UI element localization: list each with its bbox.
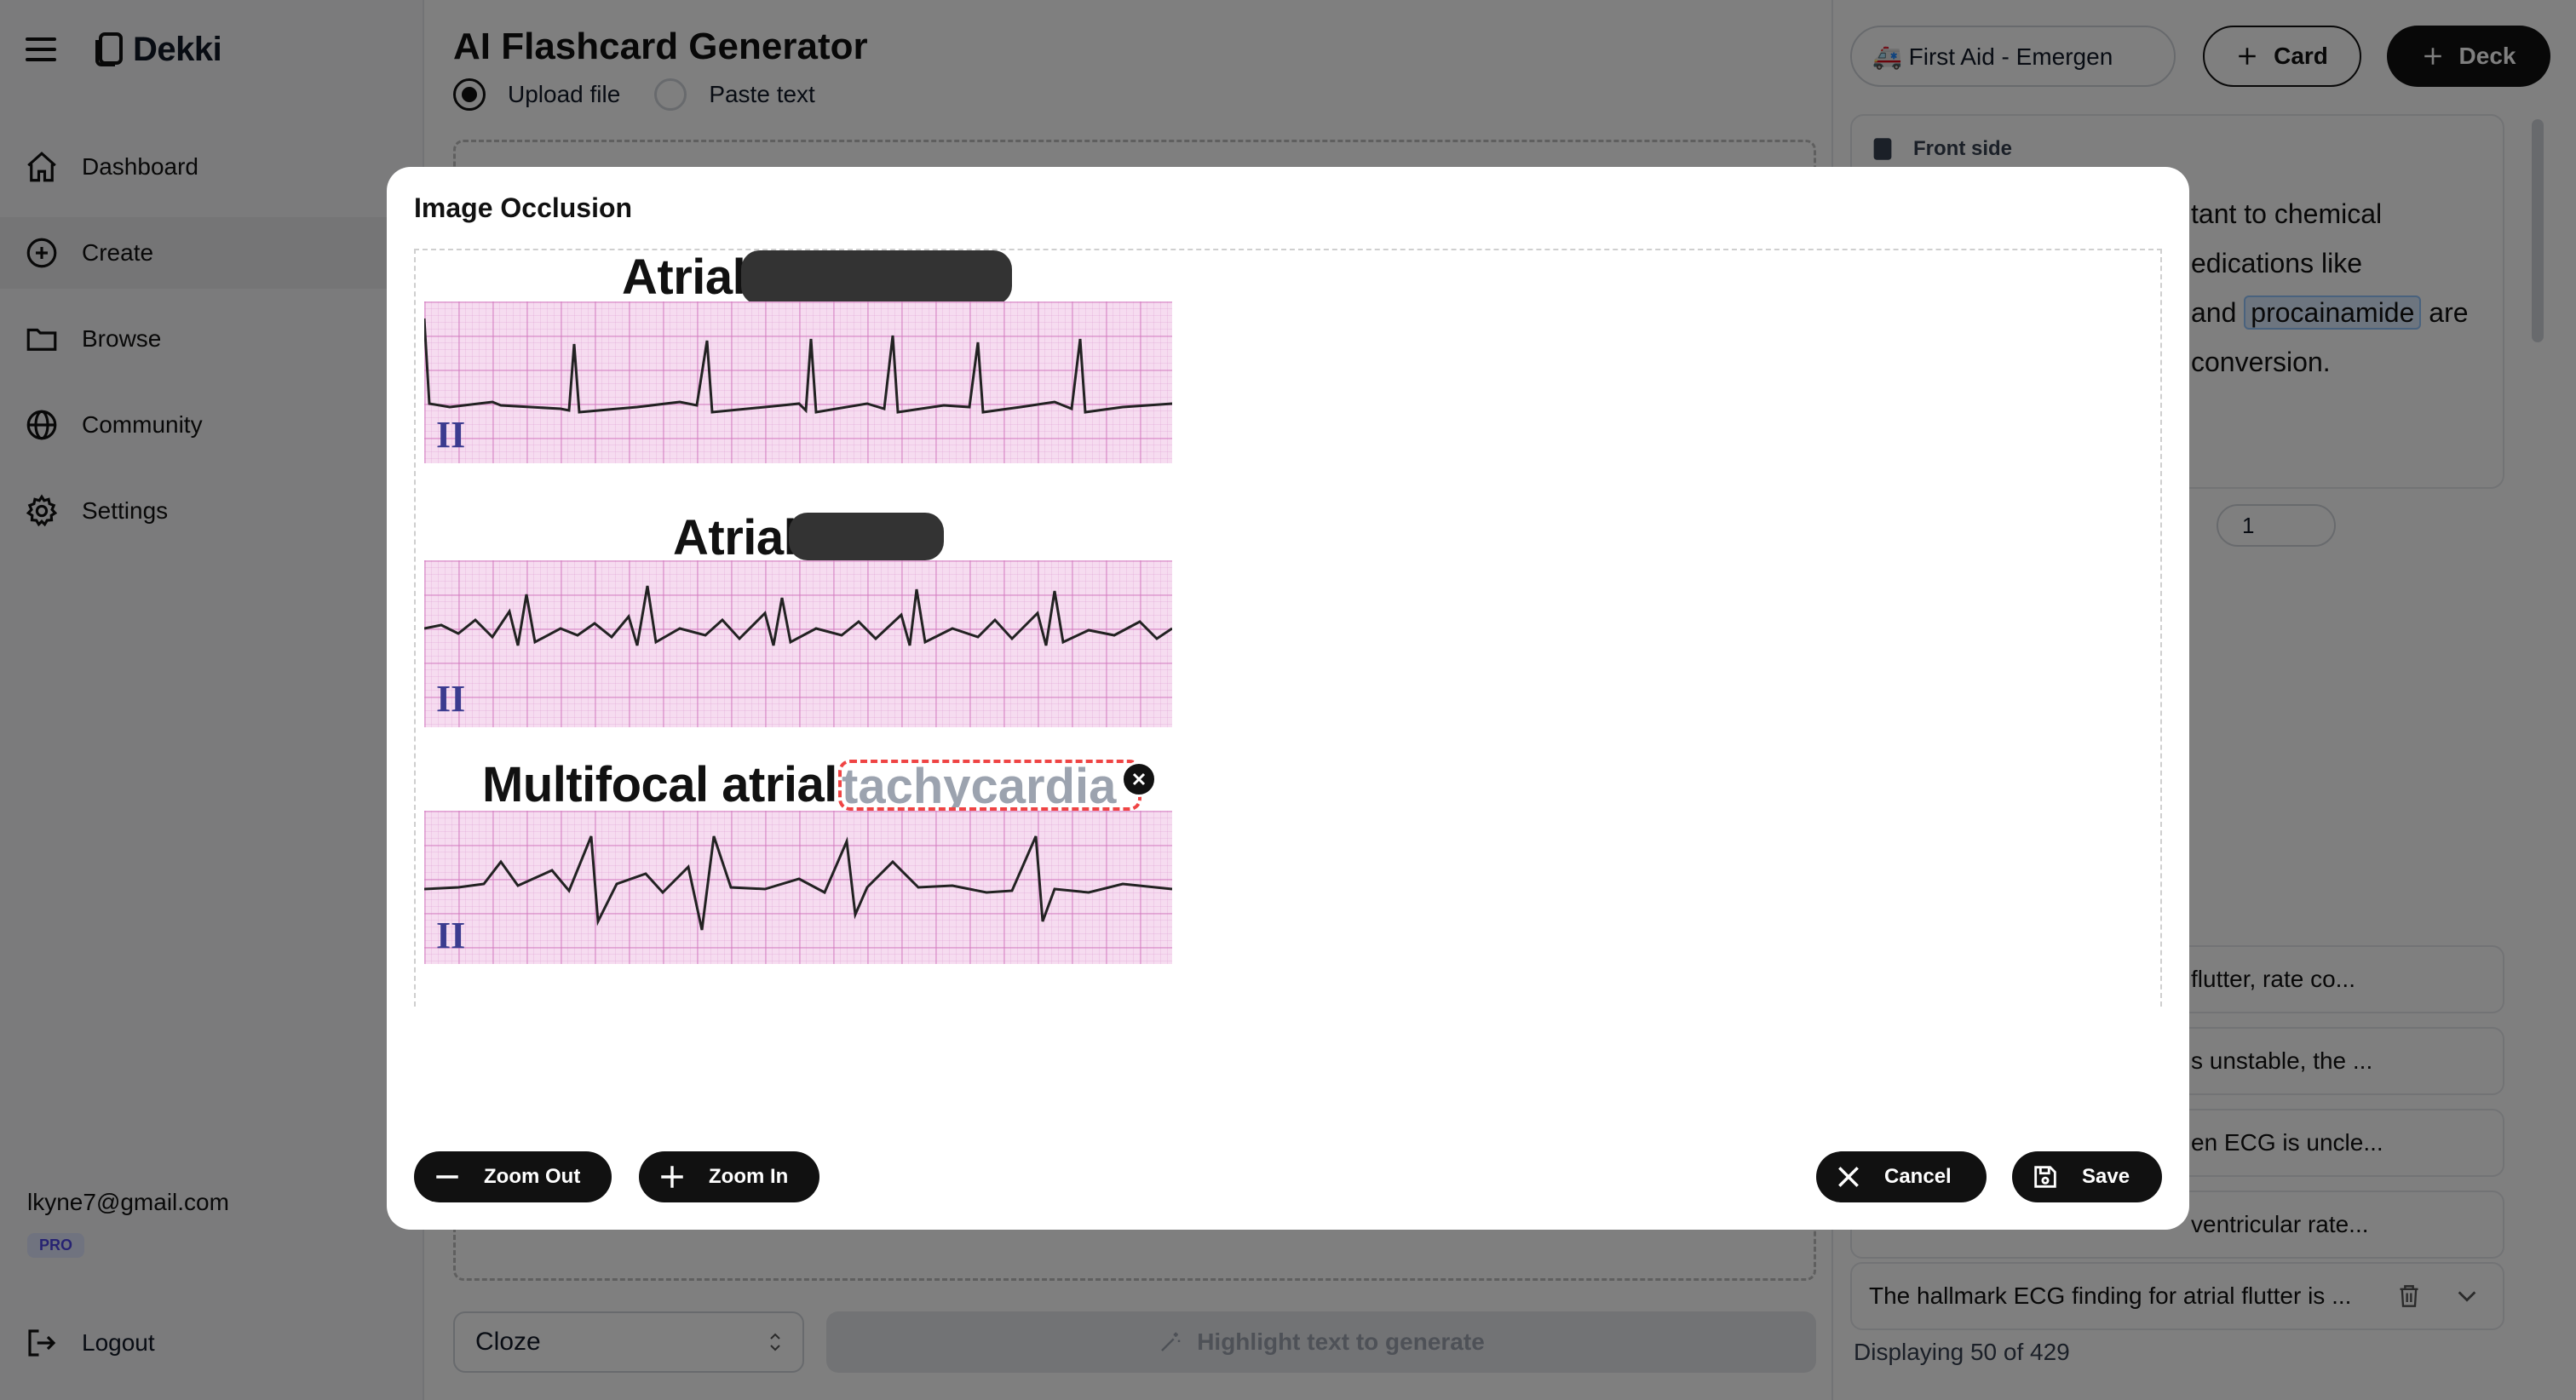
ecg-label-3: Multifocal atrial — [482, 757, 837, 812]
save-button[interactable]: Save — [2012, 1151, 2162, 1202]
zoom-in-label: Zoom In — [709, 1165, 789, 1188]
ecg-label-2: Atrial — [673, 510, 797, 565]
zoom-out-button[interactable]: Zoom Out — [414, 1151, 612, 1202]
image-occlusion-modal: Image Occlusion Atrial II Atrial II Mult… — [387, 167, 2189, 1230]
plus-icon — [661, 1166, 683, 1188]
occlusion-mask-2[interactable] — [789, 513, 944, 560]
ecg-image[interactable]: Atrial II Atrial II Multifocal atrial ta… — [424, 249, 1191, 998]
save-icon — [2034, 1166, 2056, 1188]
ecg-label-1: Atrial — [622, 250, 746, 305]
ecg-strip-3: II — [424, 811, 1172, 964]
occlusion-box-selected[interactable]: tachycardia — [838, 760, 1141, 811]
x-icon — [1132, 772, 1146, 786]
lead-label-3: II — [436, 915, 466, 956]
ecg-strip-2: II — [424, 560, 1172, 727]
close-icon — [1838, 1167, 1859, 1187]
zoom-out-label: Zoom Out — [484, 1165, 581, 1188]
ecg-trace-2 — [424, 585, 1172, 646]
lead-label-2: II — [436, 678, 466, 720]
minus-icon — [436, 1175, 458, 1179]
cancel-button[interactable]: Cancel — [1816, 1151, 1987, 1202]
save-label: Save — [2082, 1165, 2130, 1188]
ecg-trace-1 — [424, 318, 1172, 414]
lead-label-1: II — [436, 414, 466, 456]
modal-title: Image Occlusion — [414, 192, 633, 223]
cancel-label: Cancel — [1884, 1165, 1952, 1188]
occluded-text: tachycardia — [842, 760, 1117, 811]
ecg-strip-1: II — [424, 301, 1172, 463]
ecg-trace-3 — [424, 835, 1172, 931]
zoom-in-button[interactable]: Zoom In — [639, 1151, 819, 1202]
close-icon[interactable] — [1121, 761, 1157, 797]
occlusion-mask-1[interactable] — [741, 250, 1012, 305]
